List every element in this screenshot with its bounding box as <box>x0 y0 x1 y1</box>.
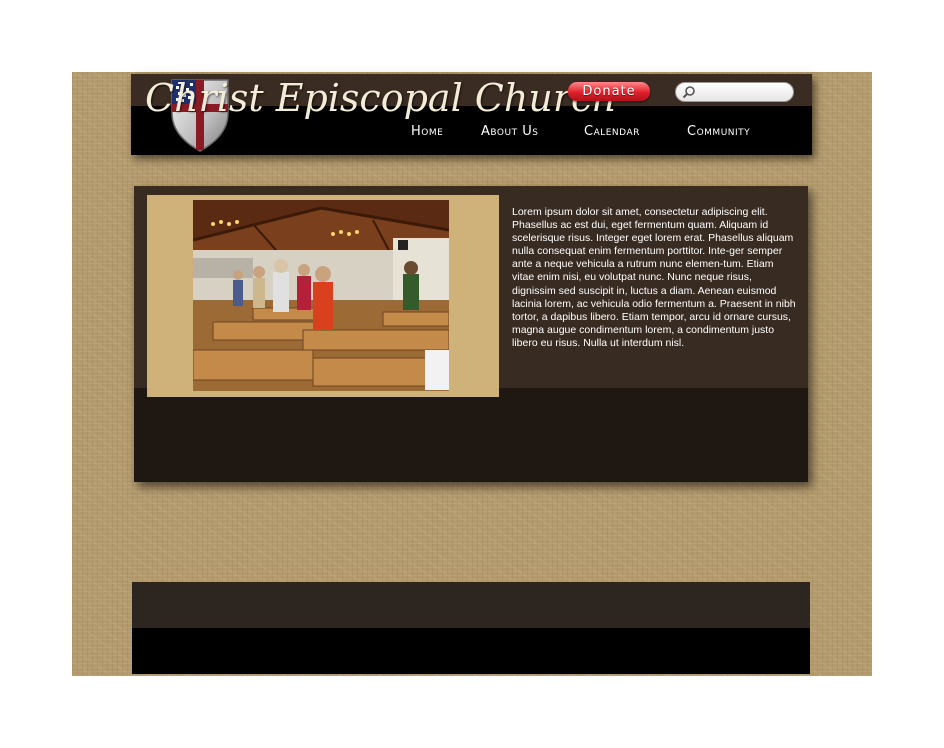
nav-home[interactable]: Home <box>411 124 443 139</box>
footer-top-bar <box>132 582 810 628</box>
church-logo-text[interactable]: Christ Episcopal Church <box>145 76 617 120</box>
nav-community[interactable]: Community <box>687 124 750 139</box>
donate-button[interactable]: Donate <box>568 82 650 101</box>
church-congregation-photo <box>193 200 449 391</box>
search-box <box>675 82 794 102</box>
nav-about-us[interactable]: About Us <box>481 124 538 139</box>
content-panel: Lorem ipsum dolor sit amet, consectetur … <box>134 186 808 482</box>
site-header: Christ Episcopal Church Donate Home Abou… <box>131 74 812 155</box>
content-body-text: Lorem ipsum dolor sit amet, consectetur … <box>512 206 796 349</box>
photo-frame <box>147 195 499 397</box>
footer-bottom-bar <box>132 628 810 674</box>
nav-calendar[interactable]: Calendar <box>584 124 640 139</box>
search-icon[interactable] <box>682 85 696 99</box>
search-input[interactable] <box>698 84 794 102</box>
